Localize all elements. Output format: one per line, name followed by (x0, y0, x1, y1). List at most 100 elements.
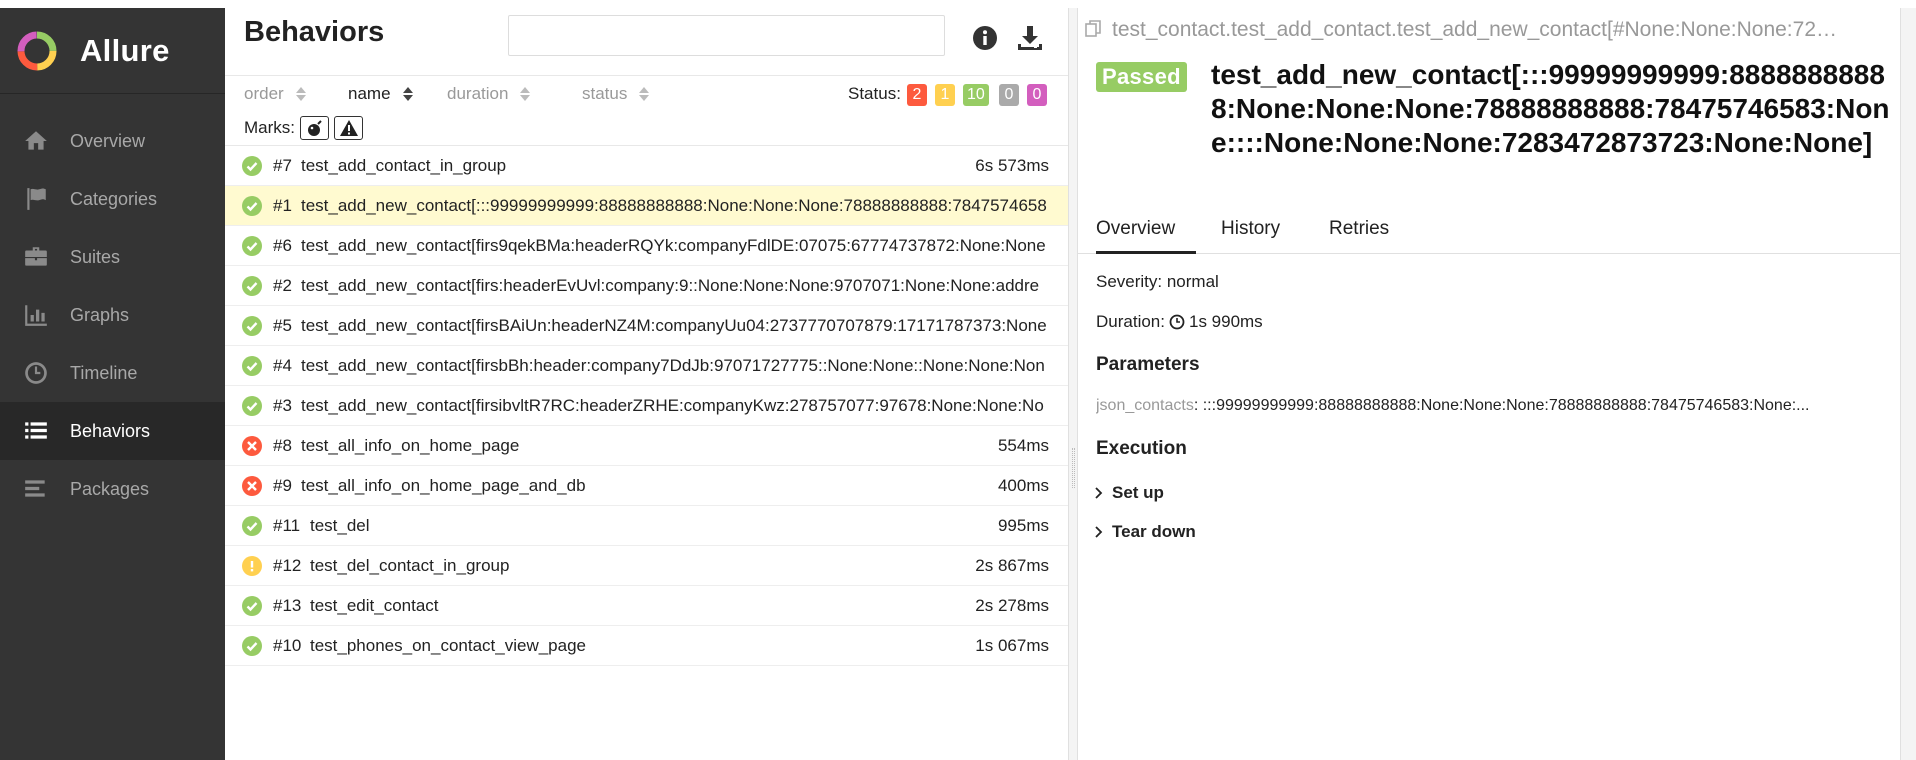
test-row[interactable]: #6 test_add_new_contact[firs9qekBMa:heade… (225, 226, 1068, 266)
sidebar-nav: Overview Categories Suites Graphs Timeli… (0, 112, 230, 518)
status-filter-passed[interactable]: 10 (963, 84, 989, 106)
failed-x-icon (242, 436, 262, 456)
severity: Severity: normal (1096, 272, 1219, 291)
passed-check-icon (242, 356, 262, 376)
test-row[interactable]: #9 test_all_info_on_home_page_and_db 400ms (225, 466, 1068, 506)
duration: Duration: 1s 990ms (1096, 312, 1263, 332)
setup-label: Set up (1112, 483, 1164, 502)
mark-flaky-button[interactable] (300, 116, 329, 140)
test-name: test_all_info_on_home_page_and_db (301, 475, 586, 495)
test-name: test_del_contact_in_group (310, 555, 510, 575)
test-full-name: test_contact.test_add_contact.test_add_n… (1084, 18, 1894, 42)
test-row[interactable]: #10 test_phones_on_contact_view_page 1s 06… (225, 626, 1068, 666)
test-name: test_add_new_contact[firs9qekBMa:headerR… (301, 235, 1046, 255)
test-row[interactable]: #12 test_del_contact_in_group 2s 867ms (225, 546, 1068, 586)
test-name: test_add_new_contact[firsibvltR7RC:heade… (301, 395, 1044, 415)
test-order-number: #7 (273, 155, 292, 175)
download-button[interactable] (1015, 23, 1045, 53)
test-full-name-text: test_contact.test_add_contact.test_add_n… (1112, 18, 1837, 41)
test-duration: 2s 867ms (975, 555, 1049, 575)
sidebar-item-behaviors[interactable]: Behaviors (0, 402, 230, 460)
test-row[interactable]: #3 test_add_new_contact[firsibvltR7RC:hea… (225, 386, 1068, 426)
marks-label: Marks: (244, 118, 295, 137)
tree-pane: Behaviors order name duration status Sta… (225, 8, 1068, 760)
test-order-number: #6 (273, 235, 292, 255)
passed-check-icon (242, 196, 262, 216)
sidebar-item-label: Timeline (70, 362, 138, 383)
test-row[interactable]: #1 test_add_new_contact[:::99999999999:88… (225, 186, 1068, 226)
list-icon (22, 417, 50, 445)
copy-icon[interactable] (1084, 19, 1106, 41)
sidebar-item-packages[interactable]: Packages (0, 460, 225, 518)
test-order-number: #1 (273, 195, 292, 215)
splitter-grip[interactable] (1072, 448, 1075, 488)
sidebar-item-label: Behaviors (70, 420, 151, 441)
chevron-right-icon (1092, 525, 1106, 539)
sort-name-label: name (348, 84, 391, 103)
clock-icon (22, 359, 50, 387)
align-left-icon (22, 475, 50, 503)
page-title: Behaviors (244, 16, 385, 48)
sidebar-item-label: Categories (70, 188, 158, 209)
test-duration: 2s 278ms (975, 595, 1049, 615)
teardown-label: Tear down (1112, 522, 1196, 541)
flag-icon (22, 185, 50, 213)
setup-toggle[interactable]: Set up (1092, 483, 1164, 503)
test-row[interactable]: #11 test_del 995ms (225, 506, 1068, 546)
test-row[interactable]: #7 test_add_contact_in_group 6s 573ms (225, 146, 1068, 186)
test-order-number: #10 (273, 635, 302, 655)
warning-icon (339, 120, 358, 136)
info-button[interactable] (970, 23, 1000, 53)
passed-check-icon (242, 636, 262, 656)
sort-arrows-icon (520, 87, 531, 101)
status-filter-label: Status: (848, 84, 901, 103)
download-icon (1018, 26, 1042, 50)
marks-row: Marks: (225, 112, 1068, 146)
test-row[interactable]: #13 test_edit_contact 2s 278ms (225, 586, 1068, 626)
right-scroll-edge (1900, 8, 1916, 760)
status-filter-unknown[interactable]: 0 (1027, 84, 1047, 106)
test-list: #7 test_add_contact_in_group 6s 573ms #1 tes… (225, 146, 1068, 666)
test-order-number: #2 (273, 275, 292, 295)
tab-retries[interactable]: Retries (1329, 210, 1389, 254)
brand[interactable]: Allure (0, 8, 225, 94)
sort-name[interactable]: name (348, 84, 413, 104)
status-filter-skipped[interactable]: 0 (999, 84, 1019, 106)
test-order-number: #3 (273, 395, 292, 415)
teardown-toggle[interactable]: Tear down (1092, 522, 1196, 542)
test-name: test_add_new_contact[firsBAiUn:headerNZ4… (301, 315, 1047, 335)
test-name: test_phones_on_contact_view_page (310, 635, 586, 655)
search-input[interactable] (508, 15, 945, 56)
home-icon (22, 127, 50, 155)
sidebar-item-categories[interactable]: Categories (0, 170, 225, 228)
pane-splitter[interactable] (1068, 8, 1078, 760)
sort-order-label: order (244, 84, 284, 103)
test-row[interactable]: #5 test_add_new_contact[firsBAiUn:headerN… (225, 306, 1068, 346)
sidebar: Allure Overview Categories Suites Graphs… (0, 8, 230, 760)
chevron-right-icon (1092, 486, 1106, 500)
sidebar-item-label: Suites (70, 246, 121, 267)
passed-check-icon (242, 516, 262, 536)
sidebar-item-suites[interactable]: Suites (0, 228, 225, 286)
sidebar-item-overview[interactable]: Overview (0, 112, 225, 170)
sidebar-item-graphs[interactable]: Graphs (0, 286, 225, 344)
sidebar-item-timeline[interactable]: Timeline (0, 344, 225, 402)
duration-value: 1s 990ms (1188, 312, 1263, 331)
status-filter-failed[interactable]: 2 (907, 84, 927, 106)
tab-history[interactable]: History (1221, 210, 1280, 254)
tab-overview[interactable]: Overview (1096, 210, 1196, 254)
test-name: test_add_new_contact[firsbBh:header:comp… (301, 355, 1045, 375)
test-order-number: #5 (273, 315, 292, 335)
test-row[interactable]: #2 test_add_new_contact[firs:headerEvUvl:… (225, 266, 1068, 306)
test-row[interactable]: #4 test_add_new_contact[firsbBh:header:co… (225, 346, 1068, 386)
status-filter-broken[interactable]: 1 (935, 84, 955, 106)
test-row[interactable]: #8 test_all_info_on_home_page 554ms (225, 426, 1068, 466)
sort-order[interactable]: order (244, 84, 306, 104)
sort-duration[interactable]: duration (447, 84, 531, 104)
sort-status[interactable]: status (582, 84, 650, 104)
brand-name: Allure (80, 32, 170, 68)
info-icon (973, 26, 997, 50)
bomb-icon (307, 120, 322, 136)
tree-header: Behaviors (225, 8, 1068, 76)
mark-new-failed-button[interactable] (334, 116, 363, 140)
